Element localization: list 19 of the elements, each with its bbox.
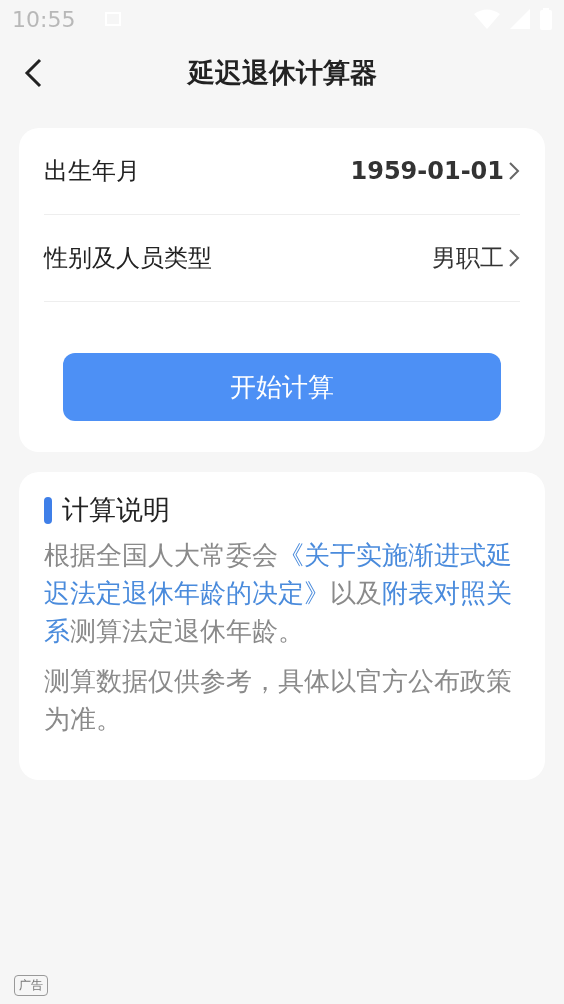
calculate-button[interactable]: 开始计算	[63, 353, 501, 421]
policy-link[interactable]: 《关于实施渐进式延	[278, 540, 512, 570]
status-time: 10:55	[12, 6, 76, 32]
page-title: 延迟退休计算器	[187, 56, 377, 90]
field-label: 出生年月	[44, 156, 140, 187]
policy-link[interactable]: 系	[44, 616, 70, 646]
accent-bar	[44, 496, 52, 524]
info-paragraph: 测算数据仅供参考，具体以官方公布政策为准。	[44, 665, 513, 736]
section-title: 计算说明	[62, 493, 170, 527]
chevron-icon[interactable]	[508, 161, 520, 181]
field-value[interactable]: 男职工	[432, 242, 504, 274]
policy-link[interactable]: 附表对照关	[382, 578, 512, 608]
ad-badge: 广告	[14, 975, 48, 996]
chevron-icon[interactable]	[508, 248, 520, 268]
field-value[interactable]: 1959-01-01	[350, 157, 504, 185]
field-label: 性别及人员类型	[44, 243, 212, 274]
back-icon[interactable]	[22, 58, 44, 88]
policy-link[interactable]: 迟法定退休年龄的决定》	[44, 578, 330, 608]
info-paragraph: 根据全国人大常委会《关于实施渐进式延 迟法定退休年龄的决定》以及附表对照关 系测算法定退休年龄。	[44, 539, 513, 648]
